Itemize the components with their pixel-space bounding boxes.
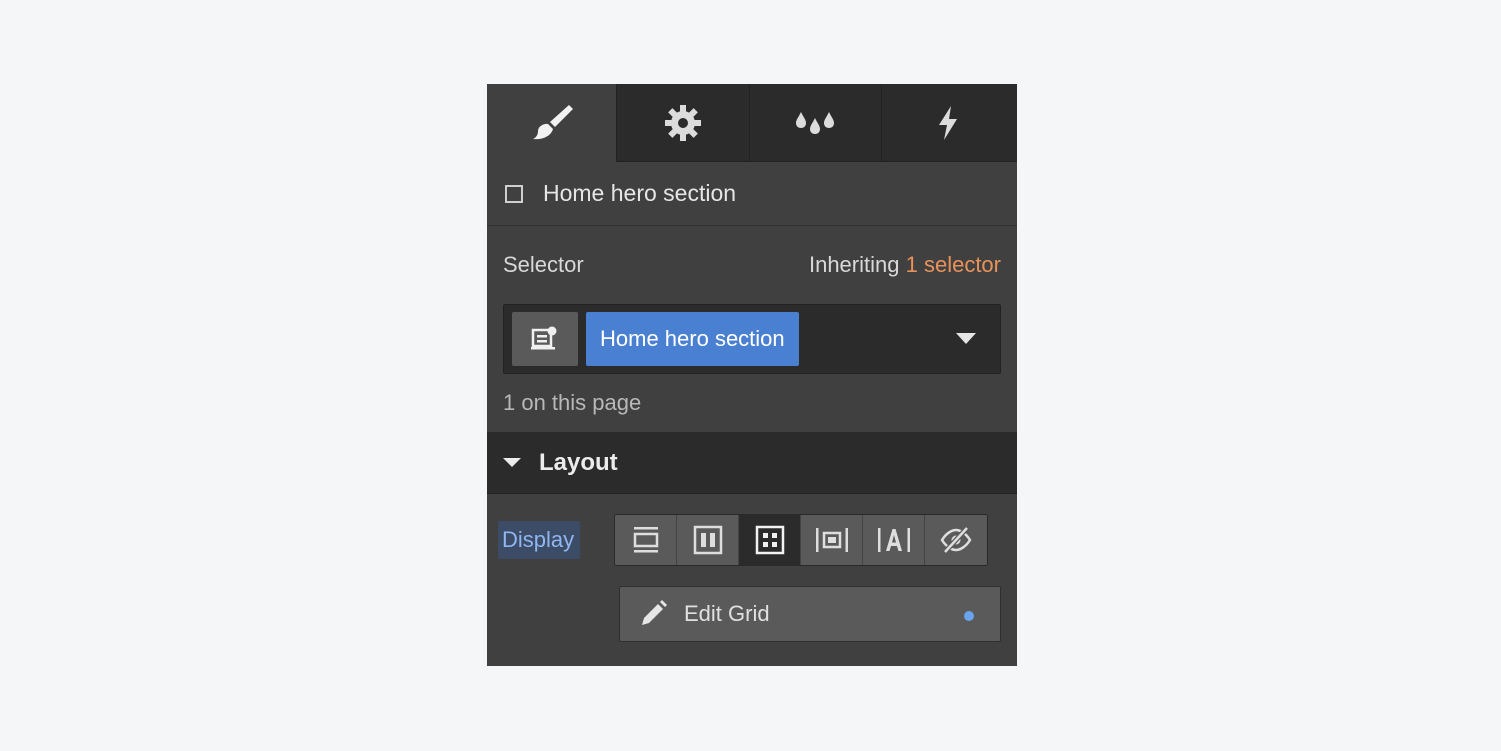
on-page-count: 1 on this page xyxy=(503,390,642,415)
tab-style-manager[interactable] xyxy=(749,84,882,162)
element-state-icon xyxy=(531,326,557,350)
display-none-button[interactable] xyxy=(925,515,987,565)
panel-tabs xyxy=(487,84,1017,162)
display-options xyxy=(614,514,988,566)
selector-label: Selector xyxy=(503,252,584,277)
selector-type-button[interactable] xyxy=(512,312,578,366)
element-name: Home hero section xyxy=(543,180,737,206)
style-panel: Home hero section Selector Inheriting 1 … xyxy=(487,84,1017,666)
display-flex-button[interactable] xyxy=(677,515,739,565)
chevron-down-icon[interactable] xyxy=(956,333,976,345)
tab-style[interactable] xyxy=(487,84,617,162)
eye-slash-icon xyxy=(940,526,972,554)
paintbrush-icon xyxy=(532,105,573,140)
status-dot xyxy=(964,611,974,621)
gear-icon xyxy=(664,104,701,141)
display-inline-block-button[interactable] xyxy=(801,515,863,565)
display-block-button[interactable] xyxy=(615,515,677,565)
display-inline-button[interactable] xyxy=(863,515,925,565)
tab-interactions[interactable] xyxy=(882,84,1015,162)
caret-down-icon xyxy=(503,457,521,467)
selector-tag[interactable]: Home hero section xyxy=(586,312,799,366)
display-row: Display xyxy=(487,514,1017,566)
selector-header: Selector Inheriting 1 selector xyxy=(503,226,1001,304)
tab-settings[interactable] xyxy=(617,84,750,162)
inheriting-info: Inheriting 1 selector xyxy=(809,252,1001,278)
edit-grid-button[interactable]: Edit Grid xyxy=(619,586,1001,642)
inline-block-icon xyxy=(815,528,848,552)
block-icon xyxy=(633,527,658,553)
selector-field[interactable]: Home hero section xyxy=(503,304,1001,374)
inheriting-label: Inheriting xyxy=(808,252,900,277)
pencil-icon xyxy=(642,600,667,625)
edit-grid-label: Edit Grid xyxy=(684,601,770,626)
layout-title: Layout xyxy=(539,448,618,476)
selector-section: Selector Inheriting 1 selector Home hero… xyxy=(487,226,1017,432)
lightning-icon xyxy=(939,105,958,140)
selected-element-row[interactable]: Home hero section xyxy=(487,162,1017,226)
display-label[interactable]: Display xyxy=(498,521,580,559)
inline-text-icon xyxy=(877,528,910,552)
inheriting-count-link[interactable]: 1 selector xyxy=(906,252,1001,277)
flex-icon xyxy=(693,525,722,555)
display-grid-button[interactable] xyxy=(739,515,801,565)
droplets-icon xyxy=(796,111,835,134)
element-checkbox[interactable] xyxy=(505,184,523,203)
layout-section-header[interactable]: Layout xyxy=(487,432,1017,494)
grid-icon xyxy=(755,525,784,555)
